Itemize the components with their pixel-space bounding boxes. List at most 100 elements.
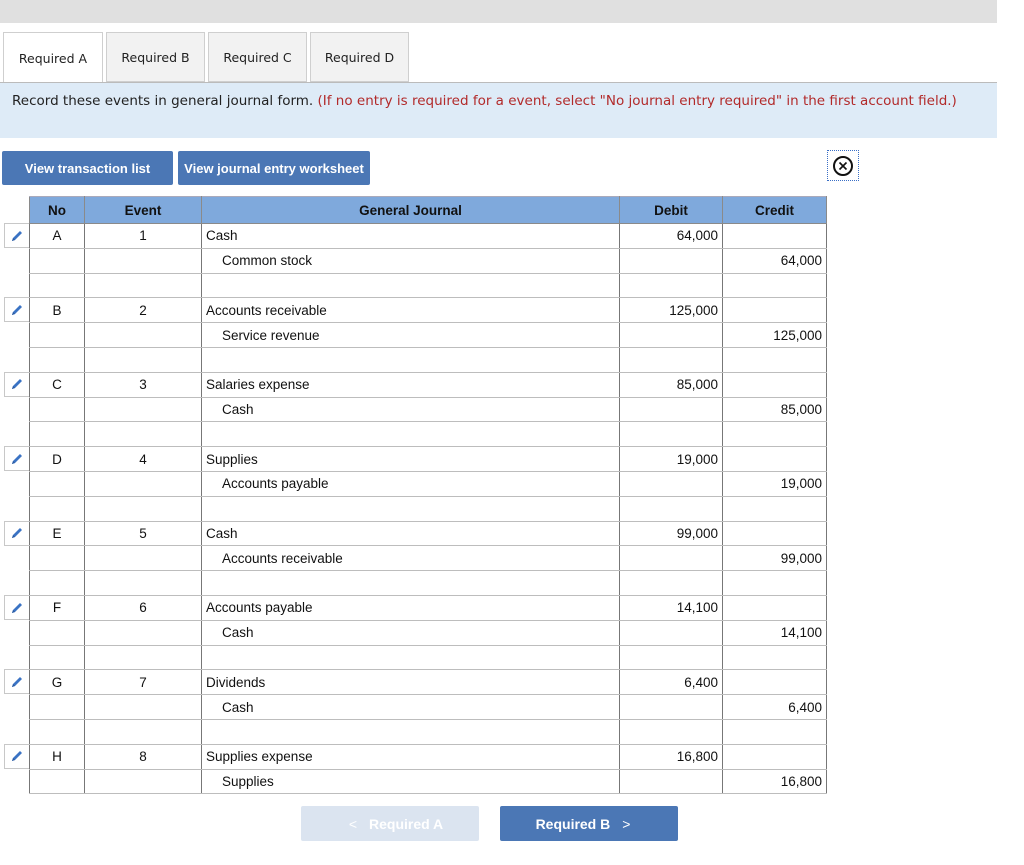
pencil-icon	[12, 676, 22, 687]
pencil-icon	[12, 453, 22, 464]
edit-entry-button[interactable]	[4, 743, 29, 769]
cell-event	[84, 396, 202, 423]
cell-event: 1	[84, 223, 202, 249]
cell-event	[84, 545, 202, 572]
view-journal-entry-worksheet-button[interactable]: View journal entry worksheet	[178, 151, 370, 185]
cell-credit: 6,400	[722, 694, 827, 720]
cell-credit: 19,000	[722, 470, 827, 497]
journal-row: Supplies 16,800	[29, 768, 827, 795]
cell-empty	[619, 644, 723, 671]
cell-event: 7	[84, 669, 202, 696]
view-transaction-list-button[interactable]: View transaction list	[2, 151, 173, 185]
cell-account: Accounts payable	[201, 594, 620, 621]
cell-empty	[201, 346, 620, 373]
header-general-journal: General Journal	[201, 196, 620, 224]
instruction-text: Record these events in general journal f…	[12, 93, 314, 109]
cell-empty	[84, 272, 202, 299]
cell-empty	[619, 718, 723, 745]
cell-event: 4	[84, 446, 202, 472]
tab-required-b[interactable]: Required B	[106, 32, 205, 82]
prev-required-a-button: < Required A	[301, 806, 479, 841]
cell-event: 6	[84, 594, 202, 621]
cell-debit	[619, 694, 723, 720]
journal-row: Common stock 64,000	[29, 247, 827, 274]
tab-required-d[interactable]: Required D	[310, 32, 409, 82]
cell-no: B	[29, 297, 85, 324]
tab-required-a[interactable]: Required A	[3, 32, 103, 83]
cell-event: 2	[84, 297, 202, 324]
tab-bar: Required A Required B Required C Require…	[3, 32, 412, 83]
edit-entry-button[interactable]	[4, 223, 29, 248]
next-label: Required B	[535, 815, 611, 832]
cell-empty	[201, 718, 620, 745]
cell-no: E	[29, 520, 85, 547]
cell-credit	[722, 594, 827, 621]
cell-empty	[619, 272, 723, 299]
header-event: Event	[84, 196, 202, 224]
cell-no: D	[29, 446, 85, 472]
journal-row: Service revenue 125,000	[29, 322, 827, 348]
blank-row	[29, 570, 827, 596]
cell-empty	[722, 346, 827, 373]
cell-account: Cash	[201, 694, 620, 720]
journal-row: E 5 Cash 99,000	[29, 520, 827, 547]
cell-event	[84, 322, 202, 348]
cell-account: Cash	[201, 619, 620, 646]
journal-row: Accounts payable 19,000	[29, 470, 827, 497]
cell-empty	[619, 570, 723, 596]
header-credit: Credit	[722, 196, 827, 224]
journal-row: H 8 Supplies expense 16,800	[29, 743, 827, 770]
cell-empty	[722, 644, 827, 671]
cell-empty	[619, 495, 723, 522]
cell-credit	[722, 743, 827, 770]
close-button[interactable]	[827, 150, 859, 181]
cell-account: Supplies expense	[201, 743, 620, 770]
edit-entry-button[interactable]	[4, 520, 29, 546]
cell-debit	[619, 768, 723, 795]
cell-no: H	[29, 743, 85, 770]
cell-credit: 64,000	[722, 247, 827, 274]
journal-row: C 3 Salaries expense 85,000	[29, 371, 827, 398]
cell-no	[29, 470, 85, 497]
cell-debit: 99,000	[619, 520, 723, 547]
cell-debit: 6,400	[619, 669, 723, 696]
edit-entry-button[interactable]	[4, 669, 29, 695]
cell-debit	[619, 619, 723, 646]
edit-entry-button[interactable]	[4, 297, 29, 323]
cell-empty	[201, 495, 620, 522]
tab-required-c[interactable]: Required C	[208, 32, 307, 82]
edit-entry-button[interactable]	[4, 446, 29, 472]
cell-credit: 85,000	[722, 396, 827, 423]
cell-account: Salaries expense	[201, 371, 620, 398]
cell-empty	[201, 272, 620, 299]
cell-empty	[722, 570, 827, 596]
cell-account: Cash	[201, 223, 620, 249]
cell-event	[84, 247, 202, 274]
pencil-icon	[12, 602, 22, 613]
cell-debit	[619, 396, 723, 423]
cell-empty	[84, 495, 202, 522]
cell-account: Cash	[201, 520, 620, 547]
cell-debit: 125,000	[619, 297, 723, 324]
cell-no	[29, 619, 85, 646]
header-debit: Debit	[619, 196, 723, 224]
cell-debit: 14,100	[619, 594, 723, 621]
cell-empty	[722, 495, 827, 522]
edit-entry-button[interactable]	[4, 371, 29, 397]
edit-entry-button[interactable]	[4, 595, 29, 620]
cell-no: F	[29, 594, 85, 621]
cell-empty	[84, 718, 202, 745]
cell-credit	[722, 223, 827, 249]
cell-empty	[29, 570, 85, 596]
blank-row	[29, 346, 827, 373]
journal-body: A 1 Cash 64,000 Common stock 64,000 B 2 Accounts…	[29, 223, 827, 795]
cell-credit: 99,000	[722, 545, 827, 572]
next-required-b-button[interactable]: Required B >	[500, 806, 678, 841]
journal-row: F 6 Accounts payable 14,100	[29, 594, 827, 621]
chevron-left-icon: <	[348, 815, 358, 832]
cell-event	[84, 619, 202, 646]
cell-event: 8	[84, 743, 202, 770]
cell-empty	[201, 644, 620, 671]
journal-row: Accounts receivable 99,000	[29, 545, 827, 572]
cell-event	[84, 768, 202, 795]
